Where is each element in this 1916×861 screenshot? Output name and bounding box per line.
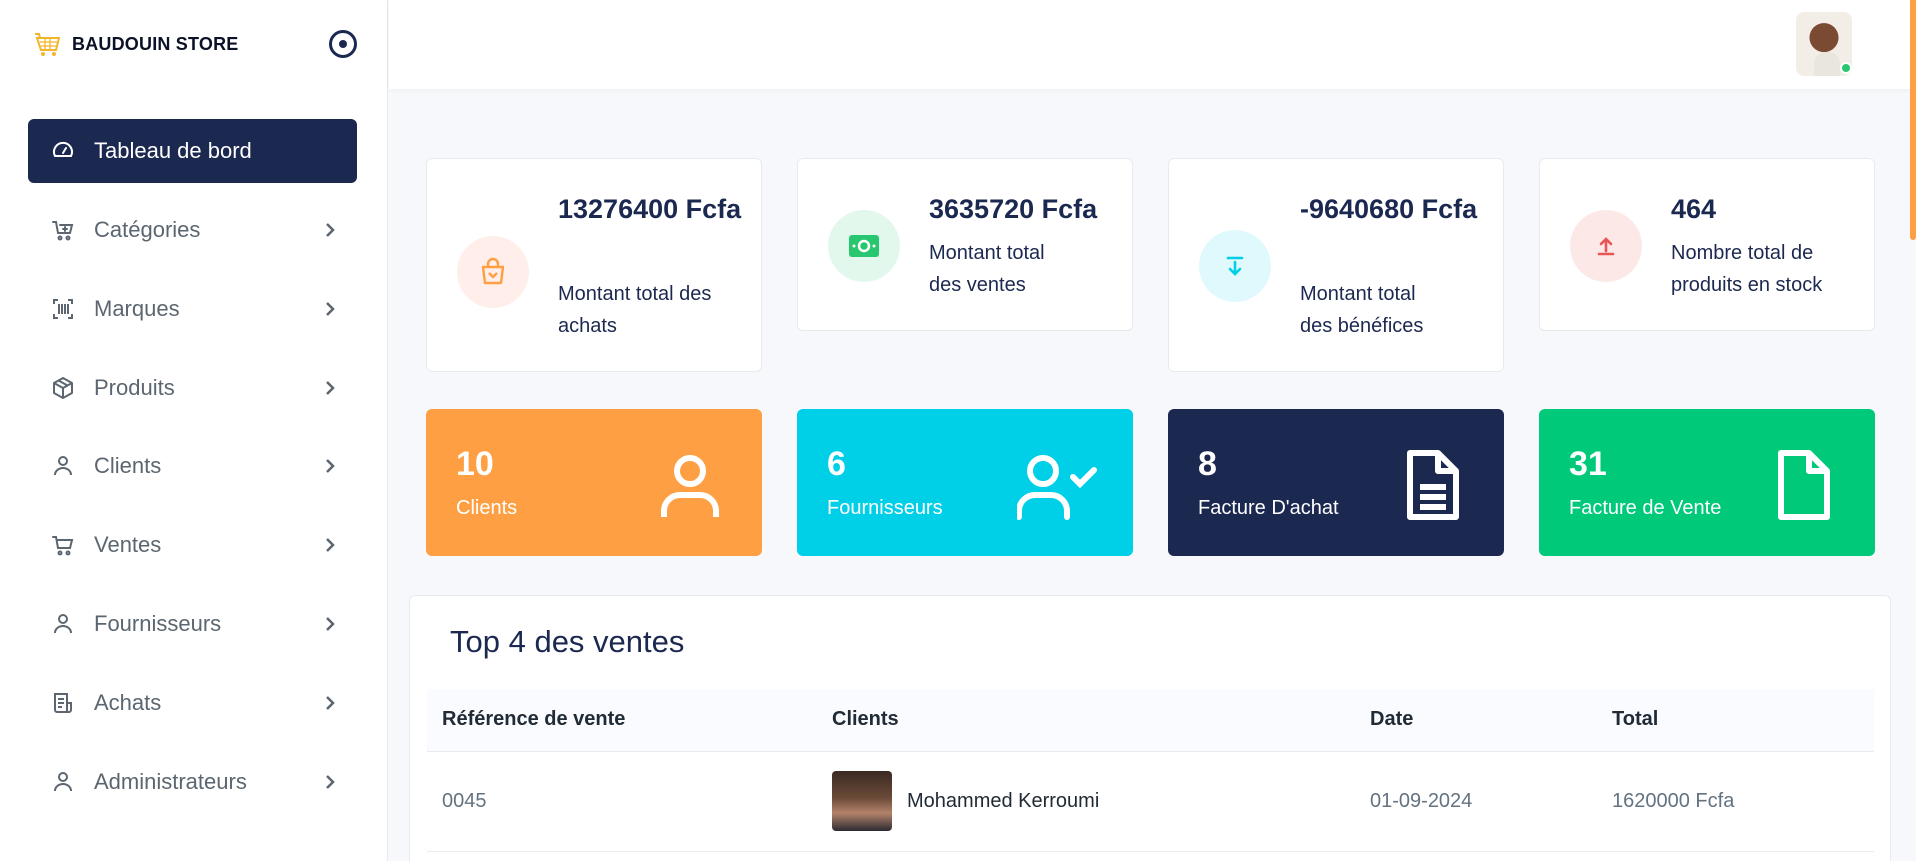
brand[interactable]: BAUDOUIN STORE — [34, 28, 238, 60]
counter-card-facture-achat[interactable]: 8 Facture D'achat — [1168, 409, 1504, 556]
sidebar-toggle-button[interactable] — [329, 30, 357, 58]
user-check-icon — [1017, 455, 1097, 520]
sidebar-item-fournisseurs[interactable]: Fournisseurs — [28, 592, 357, 656]
box-icon — [50, 375, 76, 401]
brand-name: BAUDOUIN STORE — [72, 33, 239, 54]
cell-date: 01-09-2024 — [1355, 751, 1597, 852]
client-info: Mohammed Kerroumi — [832, 771, 1355, 831]
counter-value: 8 — [1198, 445, 1217, 483]
counter-card-fournisseurs[interactable]: 6 Fournisseurs — [797, 409, 1133, 556]
table-row[interactable]: 0045 Mohammed Kerroumi 01-09-2024 162000… — [427, 751, 1874, 852]
chevron-right-icon — [323, 617, 337, 631]
stat-description: Montant total des achats — [558, 283, 712, 337]
sidebar-item-tableau-de-bord[interactable]: Tableau de bord — [28, 119, 357, 183]
stat-card-purchases: 13276400 Fcfa Montant total des achats — [426, 158, 762, 372]
sidebar-item-achats[interactable]: Achats — [28, 671, 357, 735]
upload-icon — [1570, 210, 1642, 282]
cart-plus-icon — [50, 217, 76, 243]
money-bill-icon — [828, 210, 900, 282]
shopping-basket-icon — [34, 30, 62, 58]
chevron-right-icon — [323, 223, 337, 237]
user-icon — [50, 453, 76, 479]
counter-value: 6 — [827, 445, 846, 483]
stat-card-profits: -9640680 Fcfa Montant total des bénéfice… — [1168, 158, 1504, 372]
counter-label: Clients — [456, 497, 518, 519]
column-header[interactable]: Clients — [817, 689, 1355, 752]
stat-card-stock: 464 Nombre total de produits en stock — [1539, 158, 1875, 331]
sidebar-item-label: Achats — [94, 689, 162, 715]
counter-card-clients[interactable]: 10 Clients — [426, 409, 762, 556]
sidebar-item-clients[interactable]: Clients — [28, 434, 357, 498]
sidebar-item-marques[interactable]: Marques — [28, 277, 357, 341]
cell-client: Mohammed Kerroumi — [817, 751, 1355, 852]
column-header[interactable]: Référence de vente — [427, 689, 817, 752]
user-icon — [50, 611, 76, 637]
file-icon — [1778, 450, 1830, 520]
client-avatar — [832, 771, 892, 831]
stat-card-sales: 3635720 Fcfa Montant total des ventes — [797, 158, 1133, 331]
sidebar-item-label: Administrateurs — [94, 768, 247, 794]
counter-label: Facture de Vente — [1569, 497, 1722, 519]
file-text-icon — [1407, 450, 1459, 520]
cell-total: 1620000 Fcfa — [1597, 751, 1874, 852]
receipt-icon — [50, 690, 76, 716]
shopping-cart-icon — [50, 532, 76, 558]
table-header-row: Référence de vente Clients Date Total — [427, 689, 1874, 752]
chevron-right-icon — [323, 459, 337, 474]
sidebar-item-label: Catégories — [94, 217, 201, 242]
counter-value: 31 — [1569, 445, 1607, 483]
stat-value: 464 — [1671, 194, 1717, 224]
chevron-right-icon — [323, 538, 337, 553]
stat-value: 3635720 Fcfa — [929, 194, 1098, 224]
column-header[interactable]: Total — [1597, 689, 1874, 752]
top-sales-title: Top 4 des ventes — [450, 624, 685, 659]
top-sales-card: Top 4 des ventes Référence de vente Clie… — [409, 595, 1891, 861]
stat-value: -9640680 Fcfa — [1300, 194, 1478, 224]
chevron-right-icon — [323, 774, 337, 789]
barcode-icon — [50, 296, 76, 322]
stat-description: Montant total des ventes — [929, 242, 1045, 296]
counter-value: 10 — [456, 445, 494, 483]
shopping-bag-icon — [457, 236, 529, 308]
stat-value: 13276400 Fcfa — [558, 194, 742, 224]
user-avatar-button[interactable] — [1796, 12, 1856, 78]
user-icon — [661, 455, 719, 517]
sidebar-item-label: Ventes — [94, 532, 162, 558]
sidebar-item-administrateurs[interactable]: Administrateurs — [28, 750, 357, 814]
download-icon — [1199, 230, 1271, 302]
sidebar: BAUDOUIN STORE Tableau de bord Catégorie… — [0, 0, 388, 861]
top-header — [389, 0, 1916, 89]
cell-ref: 0045 — [427, 751, 817, 852]
top-sales-table: Référence de vente Clients Date Total 00… — [427, 689, 1874, 852]
column-header[interactable]: Date — [1355, 689, 1597, 752]
scrollbar-thumb[interactable] — [1910, 0, 1916, 240]
client-name[interactable]: Mohammed Kerroumi — [907, 790, 1099, 813]
toggle-dot-icon — [339, 40, 347, 48]
stat-description: Montant total des bénéfices — [1300, 283, 1424, 337]
sidebar-item-label: Produits — [94, 374, 175, 400]
sidebar-item-label: Clients — [94, 453, 162, 479]
chevron-right-icon — [323, 695, 337, 710]
sidebar-nav: Tableau de bord Catégories Marques Produ… — [28, 119, 357, 828]
counter-label: Fournisseurs — [827, 497, 943, 519]
user-icon — [50, 769, 76, 795]
stat-description: Nombre total de produits en stock — [1671, 242, 1823, 296]
chevron-right-icon — [323, 380, 337, 395]
counter-label: Facture D'achat — [1198, 497, 1339, 519]
sidebar-item-label: Marques — [94, 295, 180, 321]
online-status-dot — [1840, 62, 1852, 74]
chevron-right-icon — [323, 301, 337, 316]
sidebar-item-label: Tableau de bord — [94, 138, 252, 163]
sidebar-item-label: Fournisseurs — [94, 610, 222, 636]
sidebar-item-produits[interactable]: Produits — [28, 356, 357, 420]
sidebar-item-categories[interactable]: Catégories — [28, 198, 357, 262]
counter-card-facture-vente[interactable]: 31 Facture de Vente — [1539, 409, 1875, 556]
dashboard-gauge-icon — [50, 138, 76, 164]
sidebar-item-ventes[interactable]: Ventes — [28, 513, 357, 577]
